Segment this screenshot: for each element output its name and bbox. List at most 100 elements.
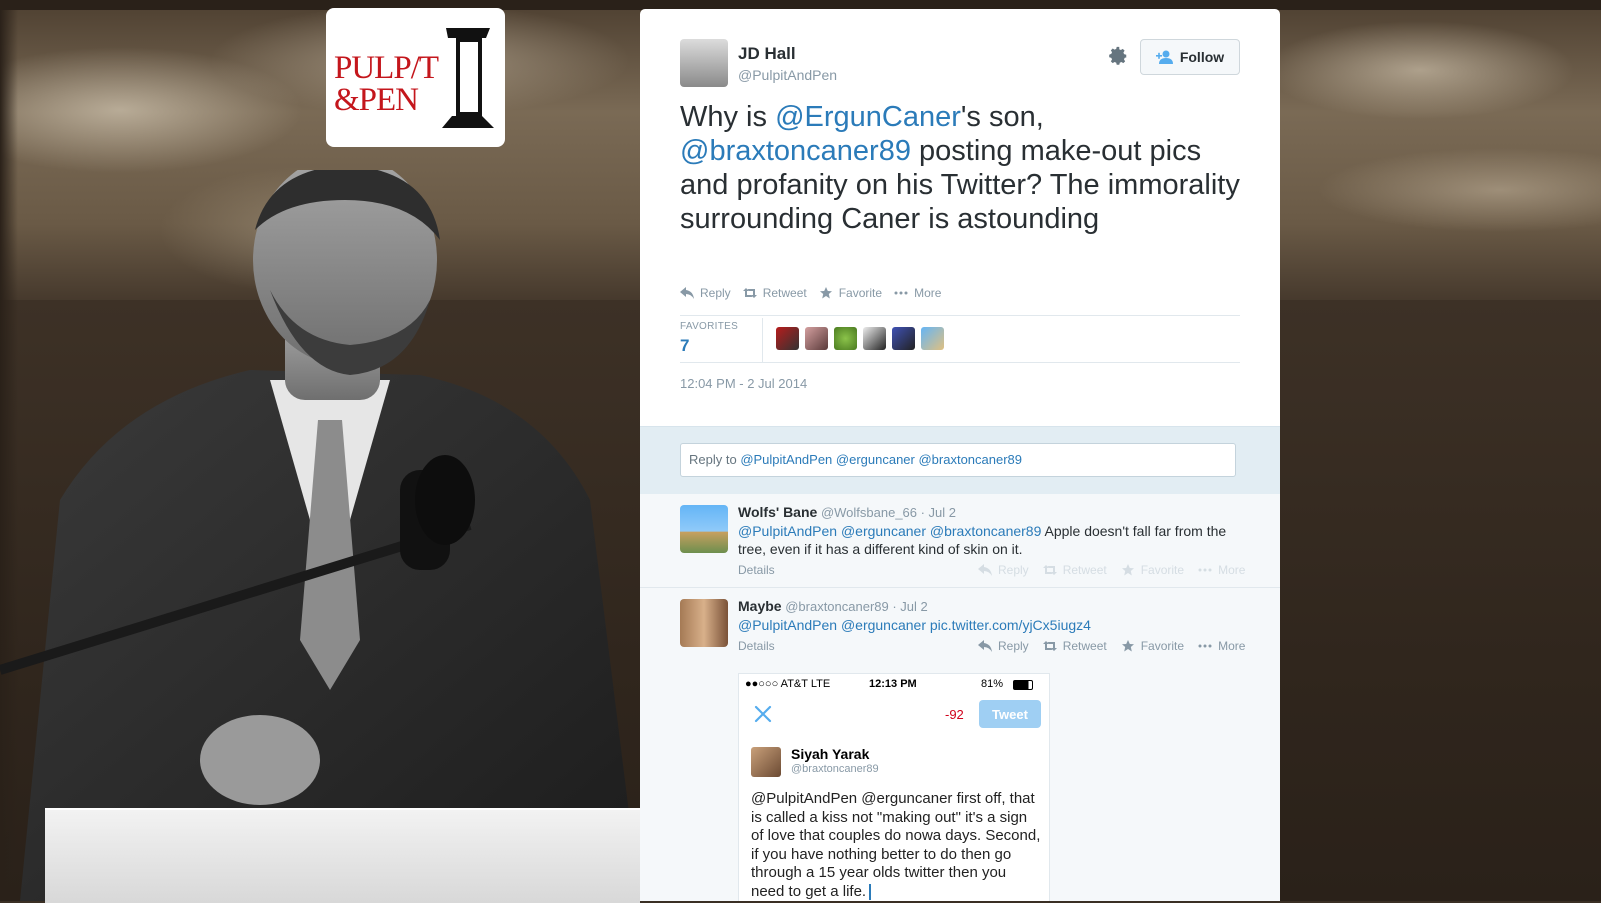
favorite-label: Favorite — [838, 286, 883, 300]
phone-user-name: Siyah Yarak — [791, 746, 870, 762]
tweet-button[interactable]: Tweet — [979, 700, 1041, 728]
divider — [680, 315, 1240, 316]
mention-link[interactable]: @ErgunCaner — [775, 101, 961, 133]
reply-prefix: Reply to — [689, 452, 741, 467]
gear-icon[interactable] — [1107, 45, 1129, 67]
retweet-label: Retweet — [762, 286, 807, 300]
follow-label: Follow — [1179, 49, 1225, 65]
reply-mentions[interactable]: @PulpitAndPen @erguncaner pic.twitter.co… — [738, 617, 1091, 633]
reply-label: Reply — [700, 286, 731, 300]
author-avatar[interactable] — [680, 39, 728, 87]
favoriter-avatar[interactable] — [805, 327, 828, 350]
divider — [680, 362, 1240, 363]
favoriter-avatar[interactable] — [921, 327, 944, 350]
logo-line-2: &PEN — [334, 82, 419, 118]
favoriter-avatar[interactable] — [776, 327, 799, 350]
reply-author-name[interactable]: Maybe — [738, 598, 782, 614]
reply-icon — [978, 640, 992, 652]
more-button[interactable]: More — [1198, 563, 1245, 577]
retweet-button[interactable]: Retweet — [1042, 563, 1107, 577]
phone-time: 12:13 PM — [869, 678, 917, 690]
tweet-card: JD Hall @PulpitAndPen Follow Why is @Erg… — [640, 9, 1280, 901]
favoriter-avatar[interactable] — [892, 327, 915, 350]
favorite-button[interactable]: Favorite — [819, 286, 882, 300]
retweet-button[interactable]: Retweet — [1042, 639, 1107, 653]
reply-mentions[interactable]: @PulpitAndPen @erguncaner @braxtoncaner8… — [738, 523, 1041, 539]
favoriter-avatar[interactable] — [834, 327, 857, 350]
favorite-label: Favorite — [1140, 639, 1185, 653]
pulpit-icon — [442, 28, 494, 128]
more-button[interactable]: More — [1198, 639, 1245, 653]
logo-line-1: PULP/T — [334, 50, 439, 86]
more-label: More — [1218, 563, 1246, 577]
more-icon — [1198, 568, 1212, 572]
favorites-separator — [762, 318, 763, 362]
tweet-text-part: Why is — [680, 101, 776, 133]
favorites-count[interactable]: 7 — [680, 336, 689, 356]
more-button[interactable]: More — [894, 286, 941, 300]
reply-label: Reply — [998, 563, 1029, 577]
follow-person-icon — [1155, 50, 1173, 64]
battery-label: 81% — [981, 678, 1004, 690]
reply-icon — [978, 564, 992, 576]
mention-link[interactable]: @braxtoncaner89 — [680, 135, 911, 167]
favoriter-avatars — [776, 327, 944, 350]
pulpit-and-pen-logo: PULP/T &PEN — [326, 8, 505, 147]
retweet-label: Retweet — [1062, 639, 1107, 653]
reply-avatar[interactable] — [680, 505, 728, 553]
reply-text: @PulpitAndPen @erguncaner pic.twitter.co… — [738, 616, 1238, 634]
retweet-icon — [1042, 565, 1057, 575]
tweet-timestamp[interactable]: 12:04 PM - 2 Jul 2014 — [680, 376, 807, 391]
reply-author-name[interactable]: Wolfs' Bane — [738, 504, 817, 520]
star-icon — [1121, 640, 1134, 652]
reply-icon — [680, 287, 694, 299]
phone-text-body: @PulpitAndPen @erguncaner first off, tha… — [751, 790, 1041, 900]
reply-label: Reply — [998, 639, 1029, 653]
retweet-icon — [1042, 641, 1057, 651]
author-name[interactable]: JD Hall — [738, 44, 796, 64]
phone-user-handle: @braxtoncaner89 — [791, 763, 879, 775]
avatar — [751, 747, 781, 777]
author-handle[interactable]: @PulpitAndPen — [738, 67, 837, 83]
phone-compose-text[interactable]: @PulpitAndPen @erguncaner first off, tha… — [751, 790, 1041, 901]
details-link[interactable]: Details — [738, 639, 775, 653]
reply-button[interactable]: Reply — [680, 286, 731, 300]
star-icon — [819, 287, 832, 299]
retweet-icon — [742, 288, 757, 298]
logo-text: PULP/T &PEN — [334, 50, 454, 118]
favorite-label: Favorite — [1140, 563, 1185, 577]
reply-mentions: @PulpitAndPen @erguncaner @braxtoncaner8… — [740, 452, 1023, 467]
reply-text: @PulpitAndPen @erguncaner @braxtoncaner8… — [738, 522, 1238, 558]
favorite-button[interactable]: Favorite — [1121, 563, 1184, 577]
reply-avatar[interactable] — [680, 599, 728, 647]
reply-button[interactable]: Reply — [978, 563, 1029, 577]
follow-button[interactable]: Follow — [1140, 39, 1240, 75]
more-icon — [1198, 644, 1212, 648]
text-cursor — [869, 883, 872, 900]
reply-button[interactable]: Reply — [978, 639, 1029, 653]
tweet-actions: Reply Retweet Favorite More — [680, 286, 941, 300]
favorite-button[interactable]: Favorite — [1121, 639, 1184, 653]
list-item[interactable]: Wolfs' Bane @Wolfsbane_66 · Jul 2 @Pulpi… — [640, 494, 1280, 588]
details-link[interactable]: Details — [738, 563, 775, 577]
favorites-label: FAVORITES — [680, 321, 739, 332]
carrier-label: ●●○○○ AT&T LTE — [745, 678, 831, 690]
close-icon[interactable] — [753, 704, 773, 724]
more-label: More — [1218, 639, 1246, 653]
favoriter-avatar[interactable] — [863, 327, 886, 350]
star-icon — [1121, 564, 1134, 576]
embedded-screenshot[interactable]: ●●○○○ AT&T LTE 12:13 PM 81% -92 Tweet Si… — [738, 673, 1050, 901]
battery-icon — [1013, 680, 1033, 690]
tweet-text-part: 's son, — [960, 101, 1044, 133]
reply-input[interactable]: Reply to @PulpitAndPen @erguncaner @brax… — [680, 443, 1236, 477]
reply-area: Reply to @PulpitAndPen @erguncaner @brax… — [640, 426, 1280, 495]
reply-meta: @Wolfsbane_66 · Jul 2 — [820, 505, 957, 520]
char-count: -92 — [945, 707, 964, 722]
more-icon — [894, 291, 908, 295]
reply-header: Maybe @braxtoncaner89 · Jul 2 — [738, 598, 928, 614]
retweet-button[interactable]: Retweet — [742, 286, 807, 300]
reply-meta: @braxtoncaner89 · Jul 2 — [785, 599, 928, 614]
reply-header: Wolfs' Bane @Wolfsbane_66 · Jul 2 — [738, 504, 956, 520]
podium — [45, 808, 640, 903]
retweet-label: Retweet — [1062, 563, 1107, 577]
